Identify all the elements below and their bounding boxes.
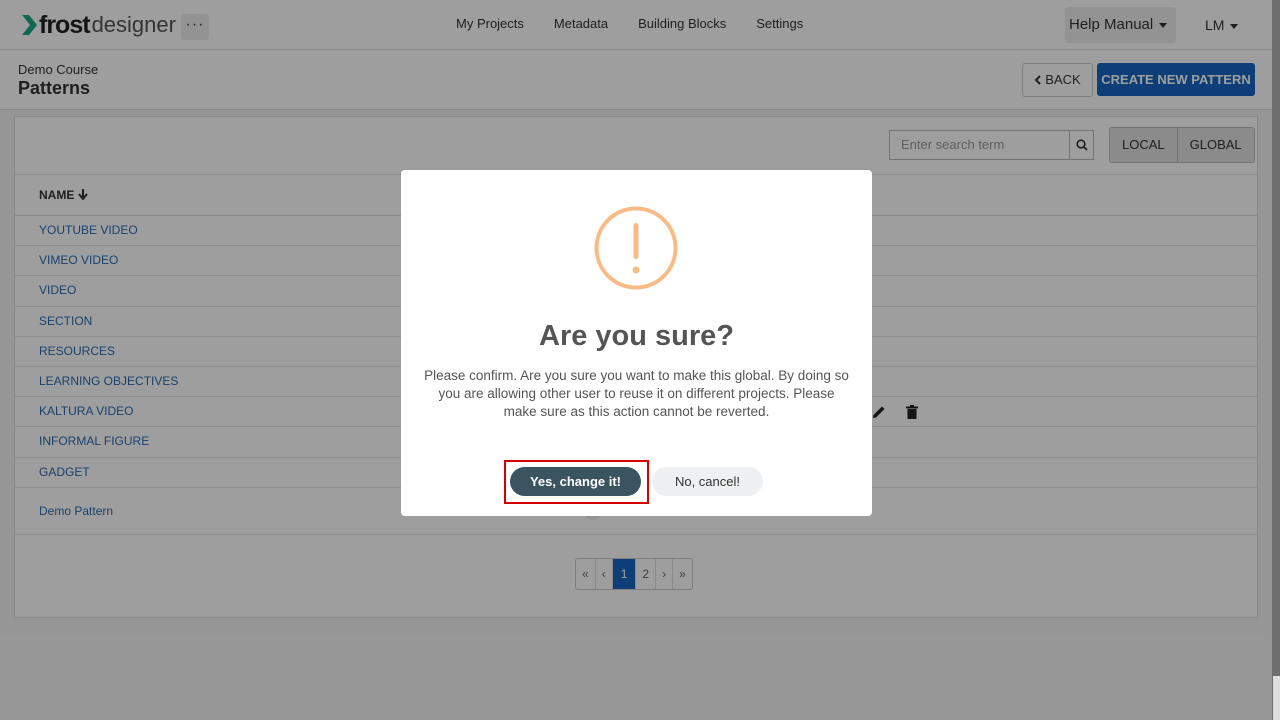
- page-scrollbar[interactable]: [1272, 0, 1280, 720]
- scrollbar-thumb[interactable]: [1273, 676, 1280, 720]
- dialog-message: Please confirm. Are you sure you want to…: [424, 368, 849, 419]
- confirm-button[interactable]: Yes, change it!: [510, 467, 641, 496]
- dialog-title: Are you sure?: [539, 320, 734, 352]
- cancel-button[interactable]: No, cancel!: [652, 467, 763, 496]
- confirm-dialog: Are you sure? Please confirm. Are you su…: [401, 170, 872, 516]
- warning-icon: [594, 206, 678, 290]
